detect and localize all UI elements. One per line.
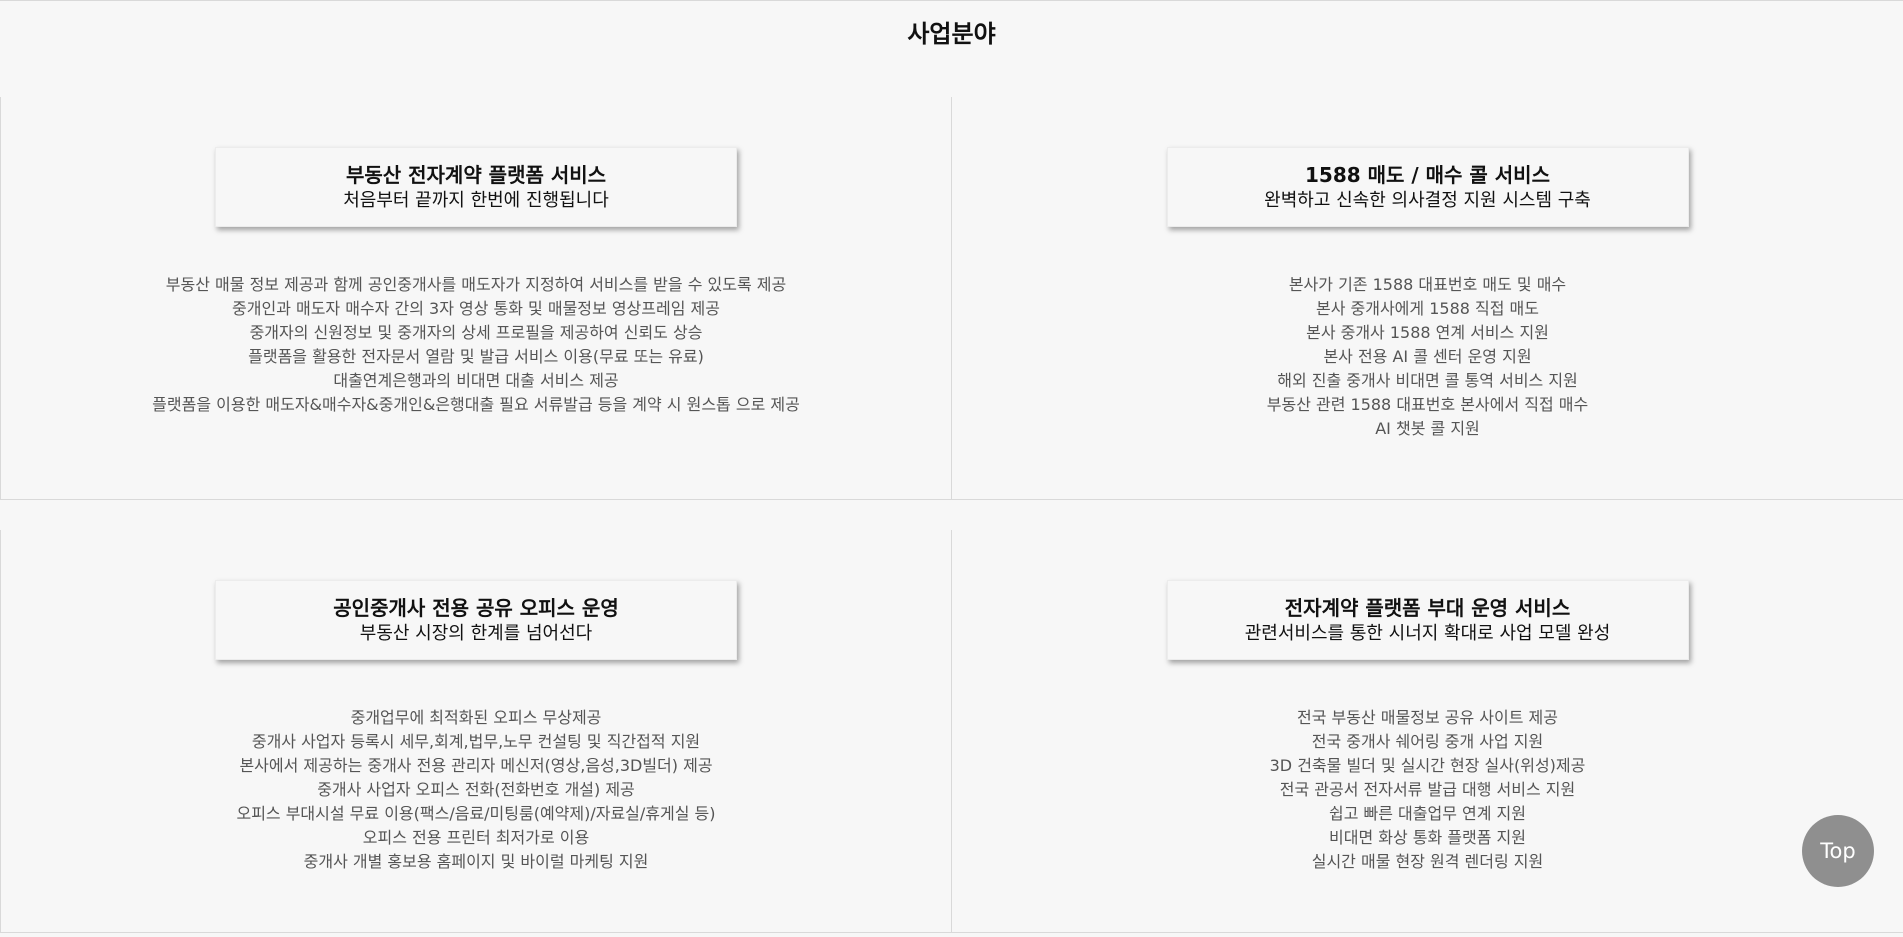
feature-list: 중개업무에 최적화된 오피스 무상제공 중개사 사업자 등록시 세무,회계,법무… (1, 706, 951, 874)
feature-item: 전국 중개사 쉐어링 중개 사업 지원 (1311, 732, 1544, 751)
feature-item: 전국 관공서 전자서류 발급 대행 서비스 지원 (1279, 780, 1576, 799)
feature-item: 본사 중개사에게 1588 직접 매도 (1316, 299, 1539, 318)
feature-item: 본사 중개사 1588 연계 서비스 지원 (1306, 323, 1549, 342)
section-title: 공인중개사 전용 공유 오피스 운영 (333, 596, 619, 620)
feature-item: 중개인과 매도자 매수자 간의 3자 영상 통화 및 매물정보 영상프레임 제공 (232, 299, 720, 318)
feature-item: 부동산 관련 1588 대표번호 본사에서 직접 매수 (1266, 395, 1589, 414)
feature-item: 본사 전용 AI 콜 센터 운영 지원 (1323, 347, 1532, 366)
feature-item: 중개사 사업자 오피스 전화(전화번호 개설) 제공 (317, 780, 635, 799)
feature-list: 본사가 기존 1588 대표번호 매도 및 매수 본사 중개사에게 1588 직… (952, 273, 1903, 441)
section-subtitle: 관련서비스를 통한 시너지 확대로 사업 모델 완성 (1244, 623, 1611, 644)
feature-item: 3D 건축물 빌더 및 실시간 현장 실사(위성)제공 (1269, 756, 1586, 775)
top-divider (0, 0, 1903, 1)
section-header-card: 공인중개사 전용 공유 오피스 운영 부동산 시장의 한계를 넘어선다 (215, 580, 737, 660)
feature-item: 중개사 사업자 등록시 세무,회계,법무,노무 컨설팅 및 직간접적 지원 (251, 732, 701, 751)
feature-item: 중개업무에 최적화된 오피스 무상제공 (350, 708, 602, 727)
section-subtitle: 부동산 시장의 한계를 넘어선다 (359, 623, 593, 644)
section-title: 전자계약 플랫폼 부대 운영 서비스 (1284, 596, 1571, 620)
section-e-contract-platform: 부동산 전자계약 플랫폼 서비스 처음부터 끝까지 한번에 진행됩니다 부동산 … (0, 97, 952, 500)
feature-item: 실시간 매물 현장 원격 렌더링 지원 (1311, 852, 1544, 871)
page-title: 사업분야 (907, 20, 996, 48)
scroll-to-top-button[interactable]: Top (1802, 815, 1874, 887)
feature-item: 중개자의 신원정보 및 중개자의 상세 프로필을 제공하여 신뢰도 상승 (249, 323, 703, 342)
feature-list: 전국 부동산 매물정보 공유 사이트 제공 전국 중개사 쉐어링 중개 사업 지… (952, 706, 1903, 874)
section-subtitle: 처음부터 끝까지 한번에 진행됩니다 (343, 190, 609, 211)
feature-item: 본사가 기존 1588 대표번호 매도 및 매수 (1288, 275, 1567, 294)
feature-item: 대출연계은행과의 비대면 대출 서비스 제공 (333, 371, 619, 390)
feature-item: 비대면 화상 통화 플랫폼 지원 (1329, 828, 1526, 847)
section-header-card: 1588 매도 / 매수 콜 서비스 완벽하고 신속한 의사결정 지원 시스템 … (1166, 147, 1689, 227)
feature-item: 쉽고 빠른 대출업무 연계 지원 (1329, 804, 1526, 823)
feature-item: 해외 진출 중개사 비대면 콜 통역 서비스 지원 (1277, 371, 1578, 390)
section-header-card: 부동산 전자계약 플랫폼 서비스 처음부터 끝까지 한번에 진행됩니다 (215, 147, 737, 227)
feature-item: 오피스 부대시설 무료 이용(팩스/음료/미팅룸(예약제)/자료실/휴게실 등) (236, 804, 716, 823)
section-header-card: 전자계약 플랫폼 부대 운영 서비스 관련서비스를 통한 시너지 확대로 사업 … (1166, 580, 1689, 660)
feature-item: 중개사 개별 홍보용 홈페이지 및 바이럴 마케팅 지원 (303, 852, 649, 871)
section-shared-office: 공인중개사 전용 공유 오피스 운영 부동산 시장의 한계를 넘어선다 중개업무… (0, 530, 952, 933)
section-1588-call-service: 1588 매도 / 매수 콜 서비스 완벽하고 신속한 의사결정 지원 시스템 … (952, 97, 1903, 500)
feature-list: 부동산 매물 정보 제공과 함께 공인중개사를 매도자가 지정하여 서비스를 받… (1, 273, 951, 417)
feature-item: AI 챗봇 콜 지원 (1375, 419, 1480, 438)
section-title: 1588 매도 / 매수 콜 서비스 (1305, 163, 1550, 187)
section-title: 부동산 전자계약 플랫폼 서비스 (345, 163, 607, 187)
section-platform-ancillary: 전자계약 플랫폼 부대 운영 서비스 관련서비스를 통한 시너지 확대로 사업 … (952, 530, 1903, 933)
feature-item: 오피스 전용 프린터 최저가로 이용 (362, 828, 590, 847)
feature-item: 본사에서 제공하는 중개사 전용 관리자 메신저(영상,음성,3D빌더) 제공 (239, 756, 713, 775)
feature-item: 플랫폼을 이용한 매도자&매수자&중개인&은행대출 필요 서류발급 등을 계약 … (152, 395, 800, 414)
section-subtitle: 완벽하고 신속한 의사결정 지원 시스템 구축 (1264, 190, 1591, 211)
feature-item: 전국 부동산 매물정보 공유 사이트 제공 (1297, 708, 1558, 727)
feature-item: 부동산 매물 정보 제공과 함께 공인중개사를 매도자가 지정하여 서비스를 받… (165, 275, 787, 294)
feature-item: 플랫폼을 활용한 전자문서 열람 및 발급 서비스 이용(무료 또는 유료) (248, 347, 704, 366)
